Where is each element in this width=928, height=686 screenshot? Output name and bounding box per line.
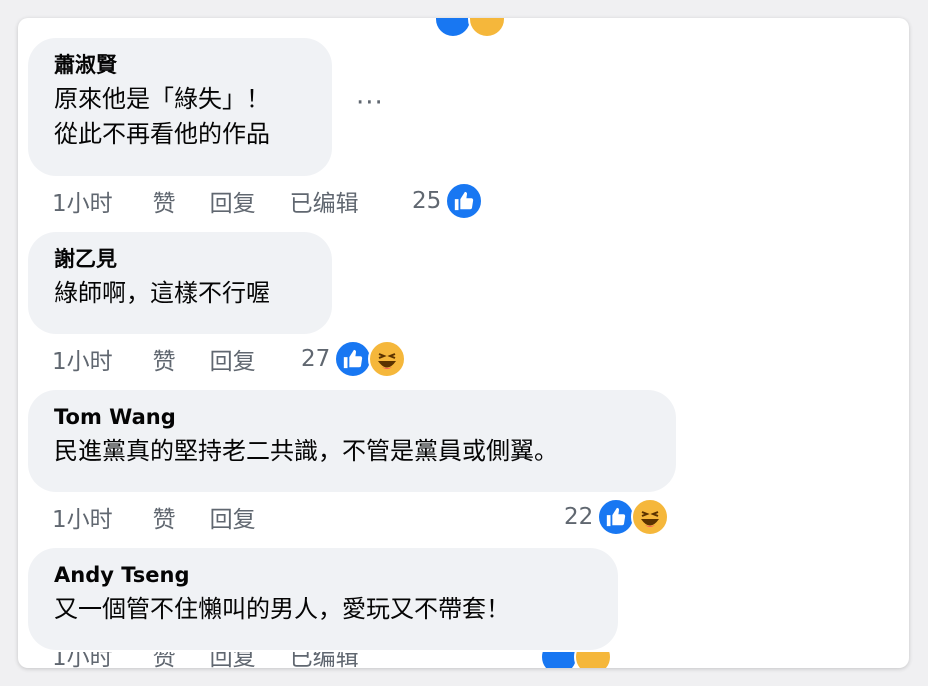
reply-button[interactable]: 回复 [210,184,256,218]
comments-panel: 蕭淑賢 原來他是「綠失」！ 從此不再看他的作品 ··· 1小时 赞 回复 已编辑… [18,18,909,668]
comment-actions: 1小时 赞 回复 [28,500,290,534]
comment: Tom Wang 民進黨真的堅持老二共識，不管是黨員或側翼。 [28,390,676,492]
comment-author[interactable]: 謝乙見 [54,246,310,272]
like-icon [445,182,484,220]
haha-icon [574,652,612,668]
haha-icon [368,340,407,378]
comment-text-line: 從此不再看他的作品 [54,120,270,148]
reply-button[interactable]: 回复 [210,500,256,534]
comment-actions-cut: 1小时 赞 回复 已编辑 [18,652,909,668]
like-button[interactable]: 赞 [153,184,176,218]
comment-bubble: 謝乙見 綠師啊，這樣不行喔 [28,232,332,334]
like-button[interactable]: 赞 [153,342,176,376]
comment-timestamp[interactable]: 1小时 [52,652,113,668]
comment-bubble: Tom Wang 民進黨真的堅持老二共識，不管是黨員或側翼。 [28,390,676,492]
comment-timestamp[interactable]: 1小时 [52,342,113,376]
comment-author[interactable]: Andy Tseng [54,562,596,588]
reaction-count: 25 [412,188,442,214]
comment-author[interactable]: 蕭淑賢 [54,52,310,78]
comment-text-line: 原來他是「綠失」！ [54,85,270,113]
like-button[interactable]: 赞 [153,652,176,668]
like-icon [334,340,373,378]
comment-actions: 1小时 赞 回复 已编辑 [28,652,393,668]
comment-actions: 1小时 赞 回复 已编辑 [28,184,393,218]
reaction-count: 27 [301,346,331,372]
comment-bubble: 蕭淑賢 原來他是「綠失」！ 從此不再看他的作品 [28,38,332,176]
comment-actions: 1小时 赞 回复 [28,342,290,376]
like-icon [597,498,636,536]
reaction-summary[interactable] [540,652,612,668]
edited-label[interactable]: 已编辑 [290,184,359,218]
comment-author[interactable]: Tom Wang [54,404,654,430]
comment-text-line: 又一個管不住懶叫的男人，愛玩又不帶套！ [54,595,510,623]
haha-icon [468,18,506,38]
reply-button[interactable]: 回复 [210,342,256,376]
comment: 謝乙見 綠師啊，這樣不行喔 [28,232,332,334]
reaction-summary[interactable]: 25 [412,182,484,220]
like-icon [434,18,472,38]
comment-bubble: Andy Tseng 又一個管不住懶叫的男人，愛玩又不帶套！ [28,548,618,650]
comment-timestamp[interactable]: 1小时 [52,184,113,218]
edited-label[interactable]: 已编辑 [290,652,359,668]
comment-text-line: 綠師啊，這樣不行喔 [54,279,270,307]
like-icon [540,652,578,668]
haha-icon [631,498,670,536]
comment: 蕭淑賢 原來他是「綠失」！ 從此不再看他的作品 [28,38,332,176]
more-options-button[interactable]: ··· [356,88,384,118]
like-button[interactable]: 赞 [153,500,176,534]
reaction-summary[interactable]: 27 [301,340,407,378]
reaction-count: 22 [564,504,594,530]
comment-text-line: 民進黨真的堅持老二共識，不管是黨員或側翼。 [54,437,558,465]
reply-button[interactable]: 回复 [210,652,256,668]
comment-timestamp[interactable]: 1小时 [52,500,113,534]
reaction-summary[interactable]: 22 [564,498,670,536]
previous-comment-reactions [434,18,506,38]
comment: Andy Tseng 又一個管不住懶叫的男人，愛玩又不帶套！ [28,548,618,650]
